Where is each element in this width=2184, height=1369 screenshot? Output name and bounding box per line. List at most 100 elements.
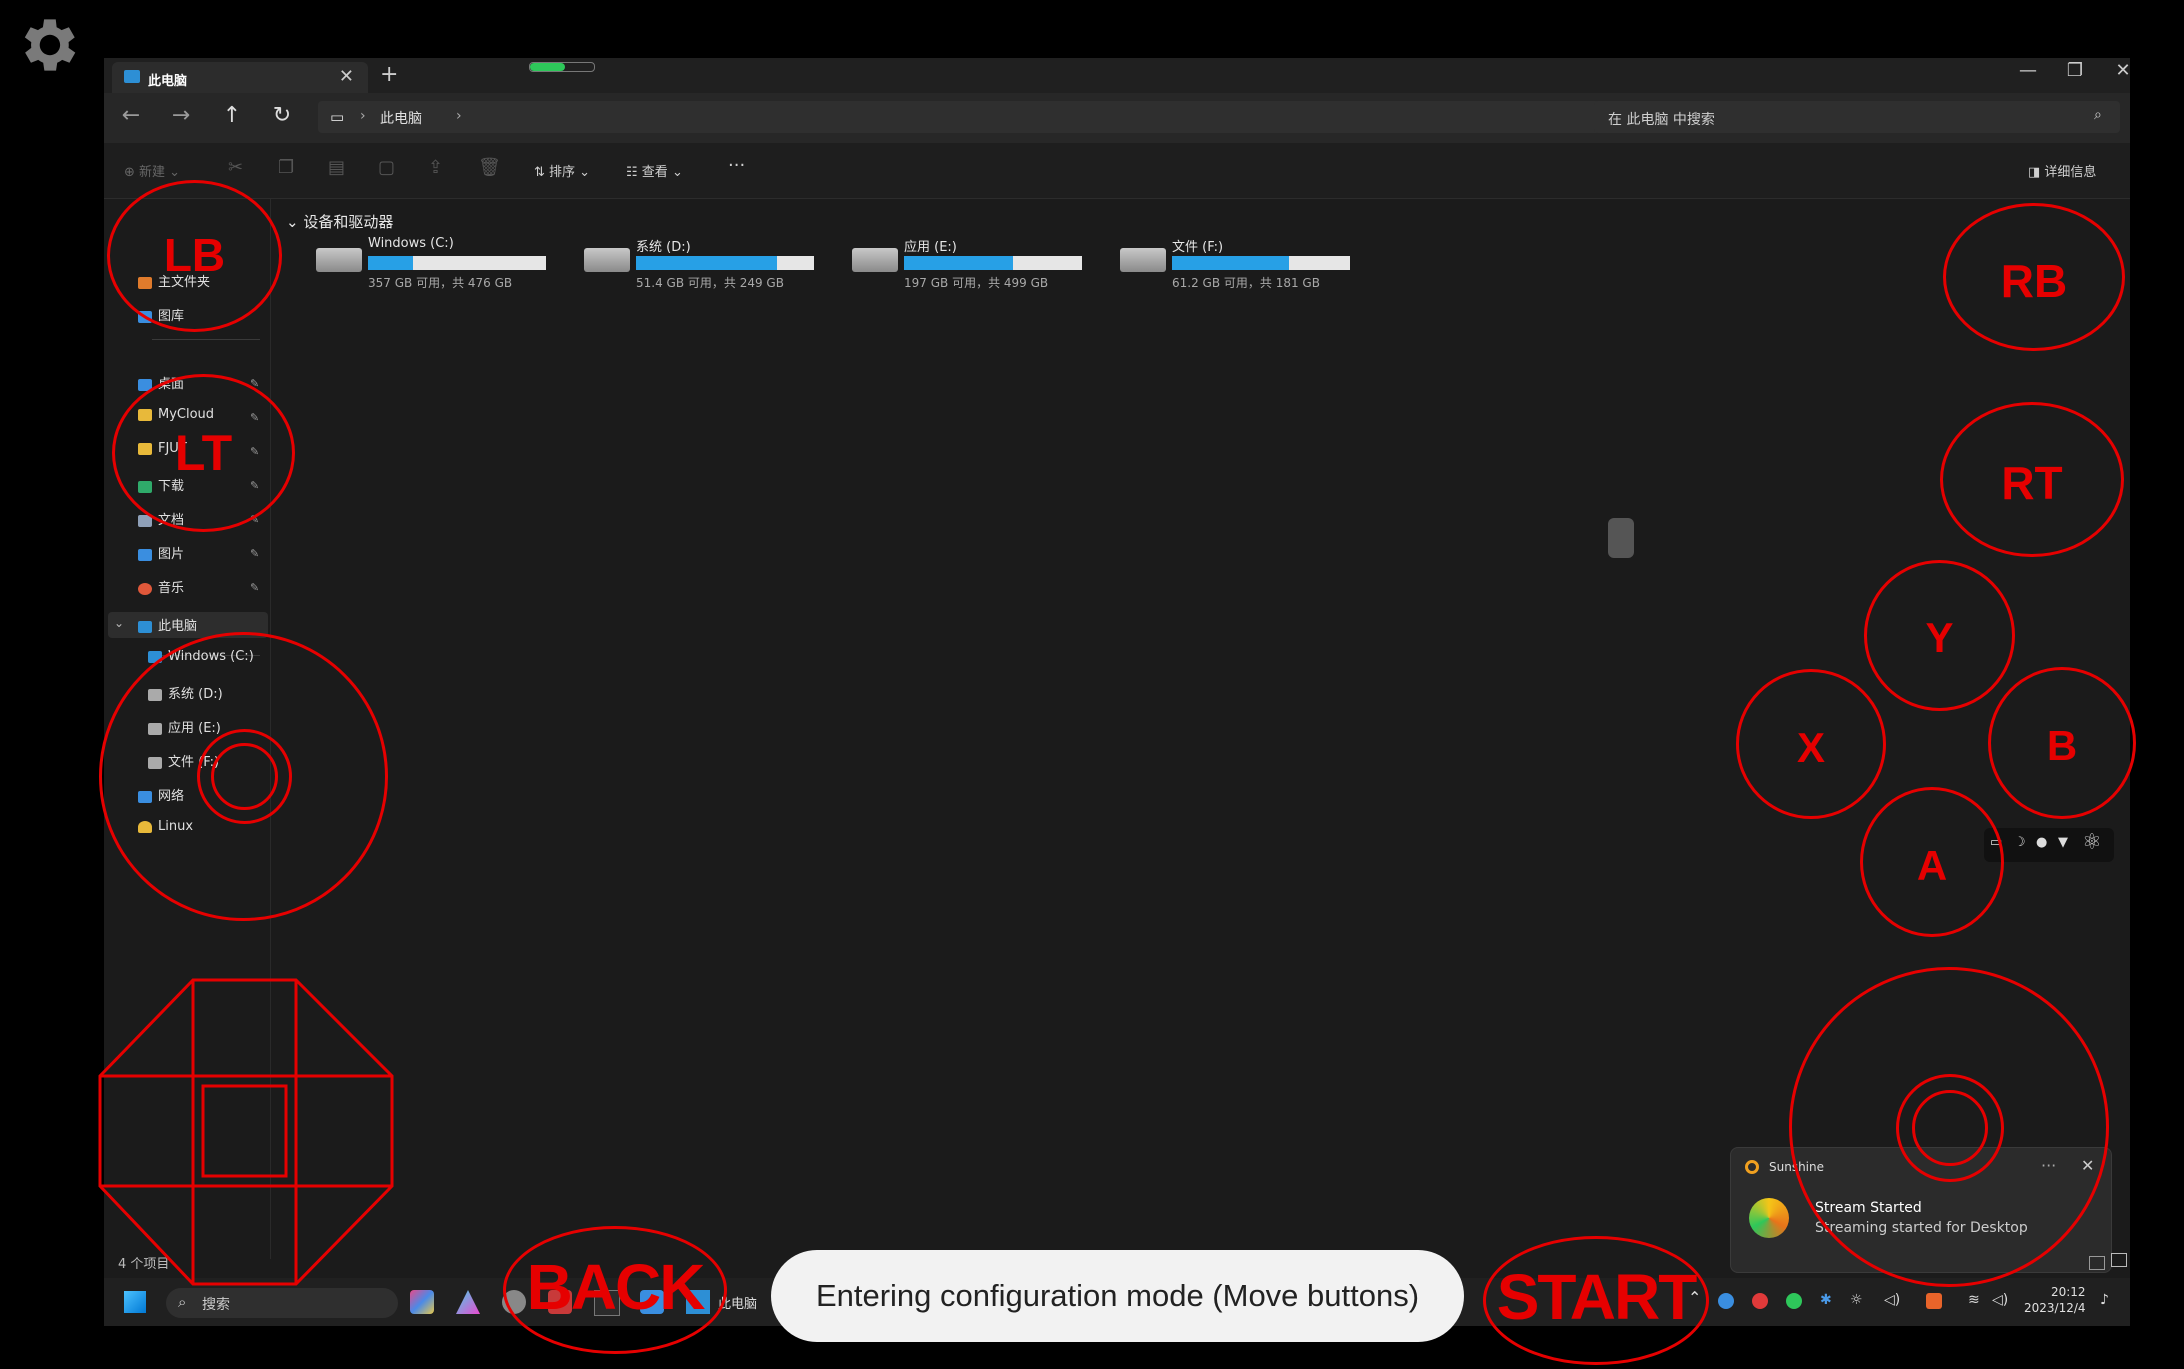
system-clock[interactable]: 20:12 2023/12/4: [2024, 1284, 2086, 1316]
bluetooth-icon[interactable]: ✱: [1820, 1292, 1832, 1308]
settings-gear-icon[interactable]: [12, 10, 82, 80]
up-button[interactable]: ↑: [217, 103, 247, 128]
pictures-icon: [138, 548, 152, 561]
more-options-button[interactable]: ···: [728, 155, 745, 176]
cut-icon[interactable]: ✂: [228, 157, 243, 178]
minimize-button[interactable]: —: [2008, 60, 2048, 81]
drive-name: Windows (C:): [368, 236, 454, 251]
speaker-icon[interactable]: ◁): [1992, 1292, 2008, 1308]
breadcrumb-this-pc[interactable]: 此电脑: [380, 108, 422, 128]
dpad[interactable]: [98, 978, 396, 1286]
sidebar-item-pictures[interactable]: 图片: [138, 543, 184, 563]
forward-button[interactable]: →: [166, 103, 196, 128]
search-icon: ⌕: [178, 1293, 187, 1311]
moon-icon[interactable]: ☽: [2014, 835, 2026, 850]
section-title: 设备和驱动器: [303, 213, 394, 231]
drive-tile-e[interactable]: 应用 (E:) 197 GB 可用，共 499 GB: [852, 236, 1112, 296]
maximize-button[interactable]: ❐: [2055, 60, 2095, 81]
drive-icon: [1120, 248, 1166, 272]
user-icon[interactable]: ●: [2036, 835, 2047, 850]
drive-icon: [584, 248, 630, 272]
tray-app-icon[interactable]: [1786, 1293, 1802, 1309]
this-pc-icon: [124, 70, 140, 83]
computer-icon: ▭: [330, 108, 345, 126]
delete-icon[interactable]: 🗑: [478, 157, 501, 178]
close-button[interactable]: ✕: [2103, 60, 2130, 81]
config-mode-toast: Entering configuration mode (Move button…: [771, 1250, 1464, 1342]
sort-label: 排序: [549, 165, 576, 180]
usage-fill: [904, 256, 1013, 270]
sidebar-divider: [152, 339, 260, 340]
sidebar-label: 图片: [158, 547, 185, 562]
title-bar: 此电脑 ✕ + — ❐ ✕: [104, 58, 2130, 93]
start-menu-icon[interactable]: [124, 1291, 146, 1313]
rename-icon[interactable]: ▢: [378, 157, 395, 178]
this-pc-icon: [138, 620, 152, 633]
new-tab-button[interactable]: +: [380, 62, 398, 87]
brightness-icon[interactable]: ☼: [1850, 1292, 1863, 1308]
music-icon: [138, 582, 152, 595]
sort-button[interactable]: ⇅ 排序 ⌄: [534, 161, 590, 180]
breadcrumb-chevron-icon[interactable]: ›: [456, 108, 462, 124]
address-bar[interactable]: ▭ › 此电脑 ›: [318, 101, 1684, 133]
tray-app-icon[interactable]: [1752, 1293, 1768, 1309]
tab-title: 此电脑: [148, 74, 188, 89]
share-icon[interactable]: ⇪: [428, 157, 443, 178]
clock-time: 20:12: [2050, 1285, 2086, 1299]
refresh-button[interactable]: ↻: [267, 103, 297, 128]
new-button[interactable]: ⊕ 新建 ⌄: [124, 161, 180, 180]
tray-app-icon[interactable]: [1718, 1293, 1734, 1309]
notification-stack-icon: [2111, 1253, 2127, 1267]
sidebar-label: 音乐: [158, 581, 185, 596]
new-label: 新建: [139, 165, 166, 180]
chevron-down-icon[interactable]: ⌄: [114, 616, 124, 630]
drive-free-space: 197 GB 可用，共 499 GB: [904, 276, 1049, 290]
app-icon[interactable]: [456, 1290, 480, 1314]
tray-app-icon[interactable]: [1926, 1293, 1942, 1309]
section-header[interactable]: ⌄ 设备和驱动器: [286, 211, 393, 232]
paste-icon[interactable]: ▤: [328, 157, 345, 178]
usage-fill: [1172, 256, 1290, 270]
search-box[interactable]: 在 此电脑 中搜索 ⌕: [1594, 101, 2120, 133]
right-joystick-knob-inner: [1912, 1090, 1988, 1166]
taskbar-search[interactable]: ⌕ 搜索: [166, 1288, 398, 1318]
clock-date: 2023/12/4: [2024, 1301, 2086, 1315]
usage-bar: [1172, 256, 1350, 270]
atom-icon[interactable]: ⚛: [2082, 830, 2102, 855]
usage-bar: [904, 256, 1082, 270]
b-label: B: [2046, 722, 2078, 769]
drive-tile-c[interactable]: Windows (C:) 357 GB 可用，共 476 GB: [316, 236, 576, 296]
view-button[interactable]: ☷ 查看 ⌄: [626, 161, 683, 180]
left-joystick-knob-inner: [211, 743, 278, 810]
details-label: 详细信息: [2044, 165, 2097, 180]
details-pane-button[interactable]: ◨ 详细信息: [2028, 161, 2096, 180]
app-icon[interactable]: [410, 1290, 434, 1314]
windows-drive-icon: [316, 248, 362, 272]
sidebar-item-music[interactable]: 音乐: [138, 577, 184, 597]
a-label: A: [1916, 842, 1948, 889]
copy-icon[interactable]: ❐: [278, 157, 294, 178]
usage-bar: [636, 256, 814, 270]
drive-tile-f[interactable]: 文件 (F:) 61.2 GB 可用，共 181 GB: [1120, 236, 1380, 296]
notification-bell-icon[interactable]: ♪: [2100, 1292, 2109, 1308]
back-button[interactable]: ←: [116, 103, 146, 128]
dpad-outline: [98, 978, 394, 1286]
drive-icon: [852, 248, 898, 272]
shirt-icon[interactable]: ▼: [2058, 835, 2068, 850]
lt-label: LT: [174, 425, 233, 481]
sidebar-item-this-pc[interactable]: 此电脑: [138, 615, 197, 635]
pin-icon[interactable]: ✎: [250, 547, 259, 560]
rt-label: RT: [2001, 457, 2063, 509]
drive-tile-d[interactable]: 系统 (D:) 51.4 GB 可用，共 249 GB: [584, 236, 844, 296]
tab-this-pc[interactable]: 此电脑 ✕: [112, 62, 368, 93]
stream-progress-bar: [529, 62, 595, 72]
pin-icon[interactable]: ✎: [250, 581, 259, 594]
back-label: BACK: [526, 1251, 706, 1323]
wifi-icon[interactable]: ≋: [1968, 1292, 1980, 1308]
drive-name: 文件 (F:): [1172, 240, 1224, 255]
drive-name: 应用 (E:): [904, 240, 957, 255]
y-label: Y: [1925, 614, 1954, 661]
tab-close-icon[interactable]: ✕: [339, 66, 354, 87]
volume-icon[interactable]: ◁): [1884, 1292, 1900, 1308]
start-label: START: [1496, 1261, 1698, 1333]
